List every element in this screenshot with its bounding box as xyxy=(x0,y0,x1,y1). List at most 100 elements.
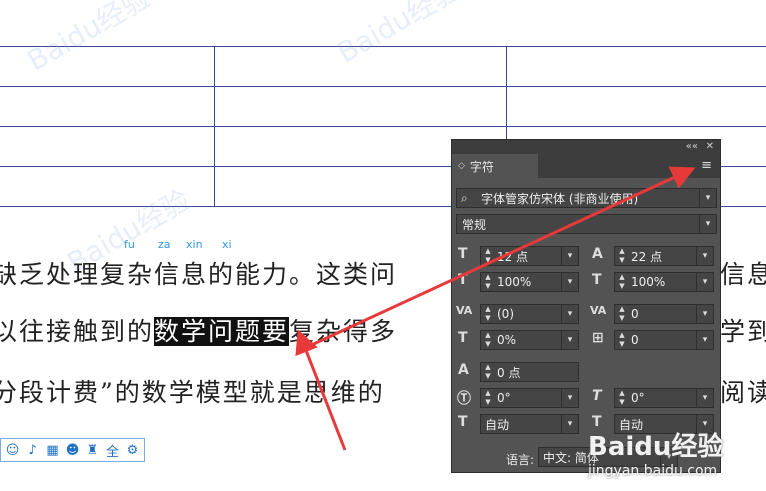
baidu-logo-text: Baidu经验 xyxy=(588,432,724,462)
table-cell xyxy=(214,86,507,127)
text-line-2[interactable]: 以往接触到的数学问题要复杂得多 xyxy=(0,312,397,348)
chevron-down-icon: ▾ xyxy=(561,415,578,433)
close-icon[interactable]: ✕ xyxy=(706,140,714,154)
baseline-shift-input[interactable]: 0 点 xyxy=(480,362,579,382)
aki-input[interactable]: 0 ▾ xyxy=(614,330,714,350)
vertical-scale-icon: T xyxy=(458,272,468,288)
stepper-icon[interactable]: ▲ ▼ xyxy=(482,331,494,349)
font-family-select[interactable]: ⌕ 字体管家仿宋体 (非商业使用) ▾ xyxy=(456,188,717,208)
tracking-icon: VA xyxy=(590,304,607,317)
text-run[interactable]: 复杂得多 xyxy=(289,317,397,346)
stepper-icon[interactable]: ▲ ▼ xyxy=(482,273,494,291)
table-cell xyxy=(506,46,766,87)
tracking-input[interactable]: 0 ▾ xyxy=(614,304,714,324)
chevron-down-icon: ▾ xyxy=(561,305,578,323)
pinyin-annotation: xin xyxy=(186,238,203,251)
table-cell xyxy=(0,126,215,167)
selected-text[interactable]: 数学问题要 xyxy=(154,317,290,346)
mojikumi-left-select[interactable]: 自动 ▾ xyxy=(480,414,579,434)
font-size-icon: T xyxy=(458,246,468,262)
tsume-input[interactable]: 0% ▾ xyxy=(480,330,579,350)
ime-toolbar: ☺ ♪ ▦ ☻ ♜ 全 ⚙ xyxy=(0,438,145,462)
stepper-icon[interactable]: ▲ ▼ xyxy=(616,247,628,265)
leading-input[interactable]: 22 点 ▾ xyxy=(614,246,714,266)
horizontal-scale-value: 100% xyxy=(631,275,666,289)
stepper-icon[interactable]: ▲ ▼ xyxy=(482,247,494,265)
chevron-down-icon: ▾ xyxy=(561,247,578,265)
stepper-icon[interactable]: ▲ ▼ xyxy=(616,389,628,407)
text-line-1[interactable]: 缺乏处理复杂信息的能力。这类问 xyxy=(0,255,397,291)
mojikumi-left-value: 自动 xyxy=(485,417,510,432)
chevron-down-icon: ▾ xyxy=(696,305,713,323)
keyboard-icon[interactable]: ▦ xyxy=(44,443,61,458)
aki-value: 0 xyxy=(631,333,639,347)
font-size-value: 12 点 xyxy=(497,249,529,264)
text-line-2-tail[interactable]: 学到 xyxy=(720,312,766,348)
tab-label: 字符 xyxy=(469,159,494,174)
chevron-down-icon: ▾ xyxy=(696,331,713,349)
font-family-value: 字体管家仿宋体 (非商业使用) xyxy=(481,191,639,206)
shirt-icon[interactable]: ♜ xyxy=(84,443,101,458)
character-panel: «« ✕ ◇ 字符 ≡ ⌕ 字体管家仿宋体 (非商业使用) ▾ 常规 ▾ T 1… xyxy=(451,139,721,473)
tsume-value: 0% xyxy=(497,333,517,347)
text-run[interactable]: 以往接触到的 xyxy=(0,317,154,346)
horizontal-scale-input[interactable]: 100% ▾ xyxy=(614,272,714,292)
expand-diamond-icon: ◇ xyxy=(458,161,465,171)
panel-topbar: «« ✕ xyxy=(452,140,720,154)
table-cell xyxy=(0,86,215,127)
font-size-input[interactable]: 12 点 ▾ xyxy=(480,246,579,266)
stepper-icon[interactable]: ▲ ▼ xyxy=(616,305,628,323)
panel-tabbar: ◇ 字符 ≡ xyxy=(452,154,720,178)
text-line-1-tail[interactable]: 信息 xyxy=(720,255,766,291)
text-run[interactable]: 缺乏处理复杂信息的能力。这类问 xyxy=(0,260,397,289)
chevron-down-icon: ▾ xyxy=(699,189,716,207)
rotation-input[interactable]: 0° ▾ xyxy=(480,388,579,408)
leading-value: 22 点 xyxy=(631,249,663,264)
text-run[interactable]: 分段计费”的数学模型就是思维的 xyxy=(0,378,385,407)
tsume-icon: T xyxy=(458,330,468,346)
skew-icon: T xyxy=(592,388,602,404)
baidu-url: jingyan.baidu.com xyxy=(588,463,718,479)
chevron-down-icon: ▾ xyxy=(561,273,578,291)
stepper-icon[interactable]: ▲ ▼ xyxy=(482,389,494,407)
mic-icon[interactable]: ♪ xyxy=(24,443,41,458)
kerning-icon: VA xyxy=(456,304,473,317)
chevron-down-icon: ▾ xyxy=(561,389,578,407)
text-line-3[interactable]: 分段计费”的数学模型就是思维的 xyxy=(0,373,385,409)
panel-menu-icon[interactable]: ≡ xyxy=(701,159,712,173)
mojikumi-left-icon: T xyxy=(458,414,468,430)
leading-icon: A xyxy=(592,246,603,262)
collapse-icon[interactable]: «« xyxy=(686,140,698,154)
kerning-input[interactable]: (0) ▾ xyxy=(480,304,579,324)
skew-input[interactable]: 0° ▾ xyxy=(614,388,714,408)
horizontal-scale-icon: T xyxy=(592,272,602,288)
settings-icon[interactable]: ⚙ xyxy=(124,443,141,458)
grid-icon[interactable]: 全 xyxy=(104,441,121,460)
tracking-value: 0 xyxy=(631,307,639,321)
kerning-value: (0) xyxy=(497,307,514,321)
pinyin-annotation: xi xyxy=(222,238,232,251)
language-label: 语言: xyxy=(506,453,535,467)
stepper-icon[interactable]: ▲ ▼ xyxy=(482,305,494,323)
stepper-icon[interactable]: ▲ ▼ xyxy=(616,331,628,349)
chevron-down-icon: ▾ xyxy=(561,331,578,349)
vertical-scale-input[interactable]: 100% ▾ xyxy=(480,272,579,292)
baseline-shift-icon: A xyxy=(458,362,469,378)
search-icon: ⌕ xyxy=(461,190,468,205)
tab-character[interactable]: ◇ 字符 xyxy=(452,154,538,178)
font-style-select[interactable]: 常规 ▾ xyxy=(456,214,717,234)
pinyin-annotation: fu xyxy=(124,238,135,251)
table-cell xyxy=(506,86,766,127)
chevron-down-icon: ▾ xyxy=(699,215,716,233)
baidu-watermark: Baidu经验 jingyan.baidu.com xyxy=(588,426,764,486)
chevron-down-icon: ▾ xyxy=(696,247,713,265)
rotation-value: 0° xyxy=(497,391,511,405)
user-icon[interactable]: ☻ xyxy=(64,443,81,458)
stepper-icon[interactable]: ▲ ▼ xyxy=(616,273,628,291)
stepper-icon[interactable]: ▲ ▼ xyxy=(482,363,494,381)
baseline-shift-value: 0 点 xyxy=(497,365,521,380)
font-style-value: 常规 xyxy=(462,217,487,232)
text-line-3-tail[interactable]: 阅读 xyxy=(720,373,766,409)
rotation-icon: Ⓣ xyxy=(457,391,471,407)
smile-icon[interactable]: ☺ xyxy=(4,443,21,458)
